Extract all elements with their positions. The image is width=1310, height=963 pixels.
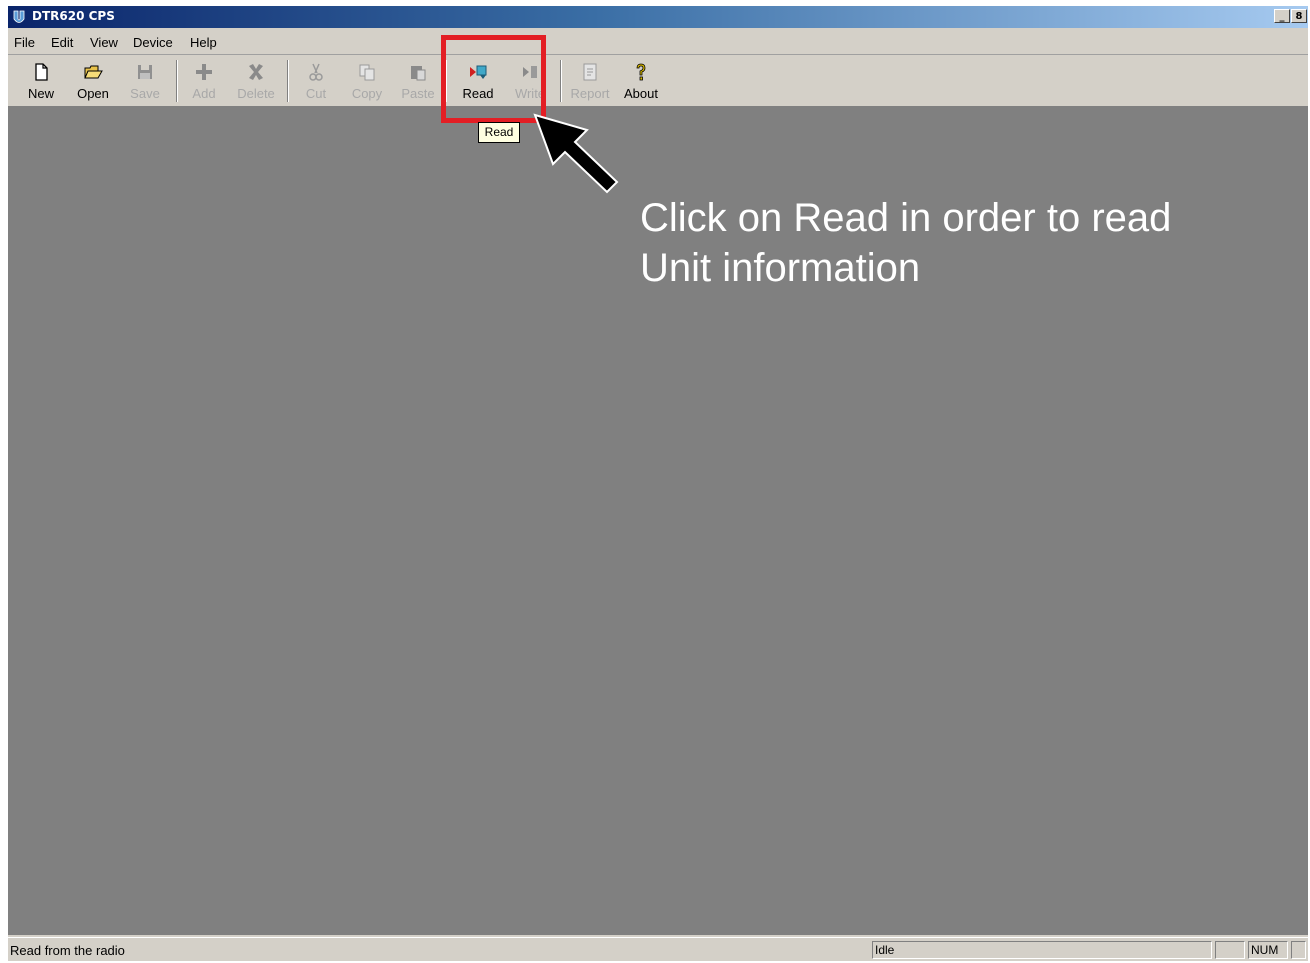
menu-edit[interactable]: Edit	[51, 35, 73, 50]
add-label: Add	[192, 86, 216, 101]
about-question-icon	[636, 63, 646, 81]
menu-help[interactable]: Help	[190, 35, 217, 50]
open-folder-icon	[84, 65, 103, 79]
delete-label: Delete	[237, 86, 275, 101]
new-label: New	[27, 86, 54, 101]
new-file-icon	[35, 63, 48, 81]
delete-x-icon	[249, 64, 263, 80]
menu-device[interactable]: Device	[133, 35, 173, 50]
new-button[interactable]: New	[15, 58, 67, 104]
save-disk-icon	[138, 65, 152, 79]
size-grip[interactable]	[1291, 941, 1306, 959]
copy-pages-icon	[359, 64, 375, 81]
cut-button[interactable]: Cut	[290, 58, 342, 104]
toolbar: New Open Save Add Delete Cut Copy Paste …	[8, 56, 1308, 107]
report-button[interactable]: Report	[564, 58, 616, 104]
app-window: DTR620 CPS _ 8 File Edit View Device Hel…	[8, 6, 1308, 961]
title-bar[interactable]: DTR620 CPS _ 8	[8, 6, 1308, 28]
status-caps-pane	[1215, 941, 1245, 959]
about-label: About	[624, 86, 658, 101]
status-message: Read from the radio	[10, 943, 125, 958]
restore-button[interactable]: 8	[1291, 9, 1307, 23]
paste-clipboard-icon	[411, 66, 426, 81]
paste-label: Paste	[401, 86, 435, 101]
window-title: DTR620 CPS	[32, 9, 115, 23]
delete-button[interactable]: Delete	[230, 58, 282, 104]
menu-view[interactable]: View	[90, 35, 118, 50]
report-label: Report	[570, 86, 610, 101]
minimize-button[interactable]: _	[1274, 9, 1290, 23]
app-icon	[13, 10, 25, 23]
pointer-arrow-icon	[533, 113, 619, 194]
instruction-text: Click on Read in order to read Unit info…	[640, 196, 1172, 290]
report-document-icon	[583, 63, 597, 81]
about-button[interactable]: About	[615, 58, 667, 104]
read-tooltip: Read	[478, 122, 520, 143]
copy-button[interactable]: Copy	[341, 58, 393, 104]
save-button[interactable]: Save	[119, 58, 171, 104]
menu-bar: File Edit View Device Help	[8, 30, 1308, 55]
add-button[interactable]: Add	[178, 58, 230, 104]
add-plus-icon	[196, 64, 212, 80]
status-bar: Read from the radio Idle NUM	[8, 937, 1308, 962]
open-button[interactable]: Open	[67, 58, 119, 104]
save-label: Save	[130, 86, 160, 101]
status-state: Idle	[872, 941, 1212, 959]
open-label: Open	[77, 86, 109, 101]
cut-scissors-icon	[309, 63, 323, 81]
toolbar-separator	[560, 60, 562, 102]
cut-label: Cut	[305, 86, 327, 101]
toolbar-separator	[287, 60, 289, 102]
paste-button[interactable]: Paste	[392, 58, 444, 104]
status-num: NUM	[1248, 941, 1288, 959]
copy-label: Copy	[351, 86, 383, 101]
menu-file[interactable]: File	[14, 35, 35, 50]
